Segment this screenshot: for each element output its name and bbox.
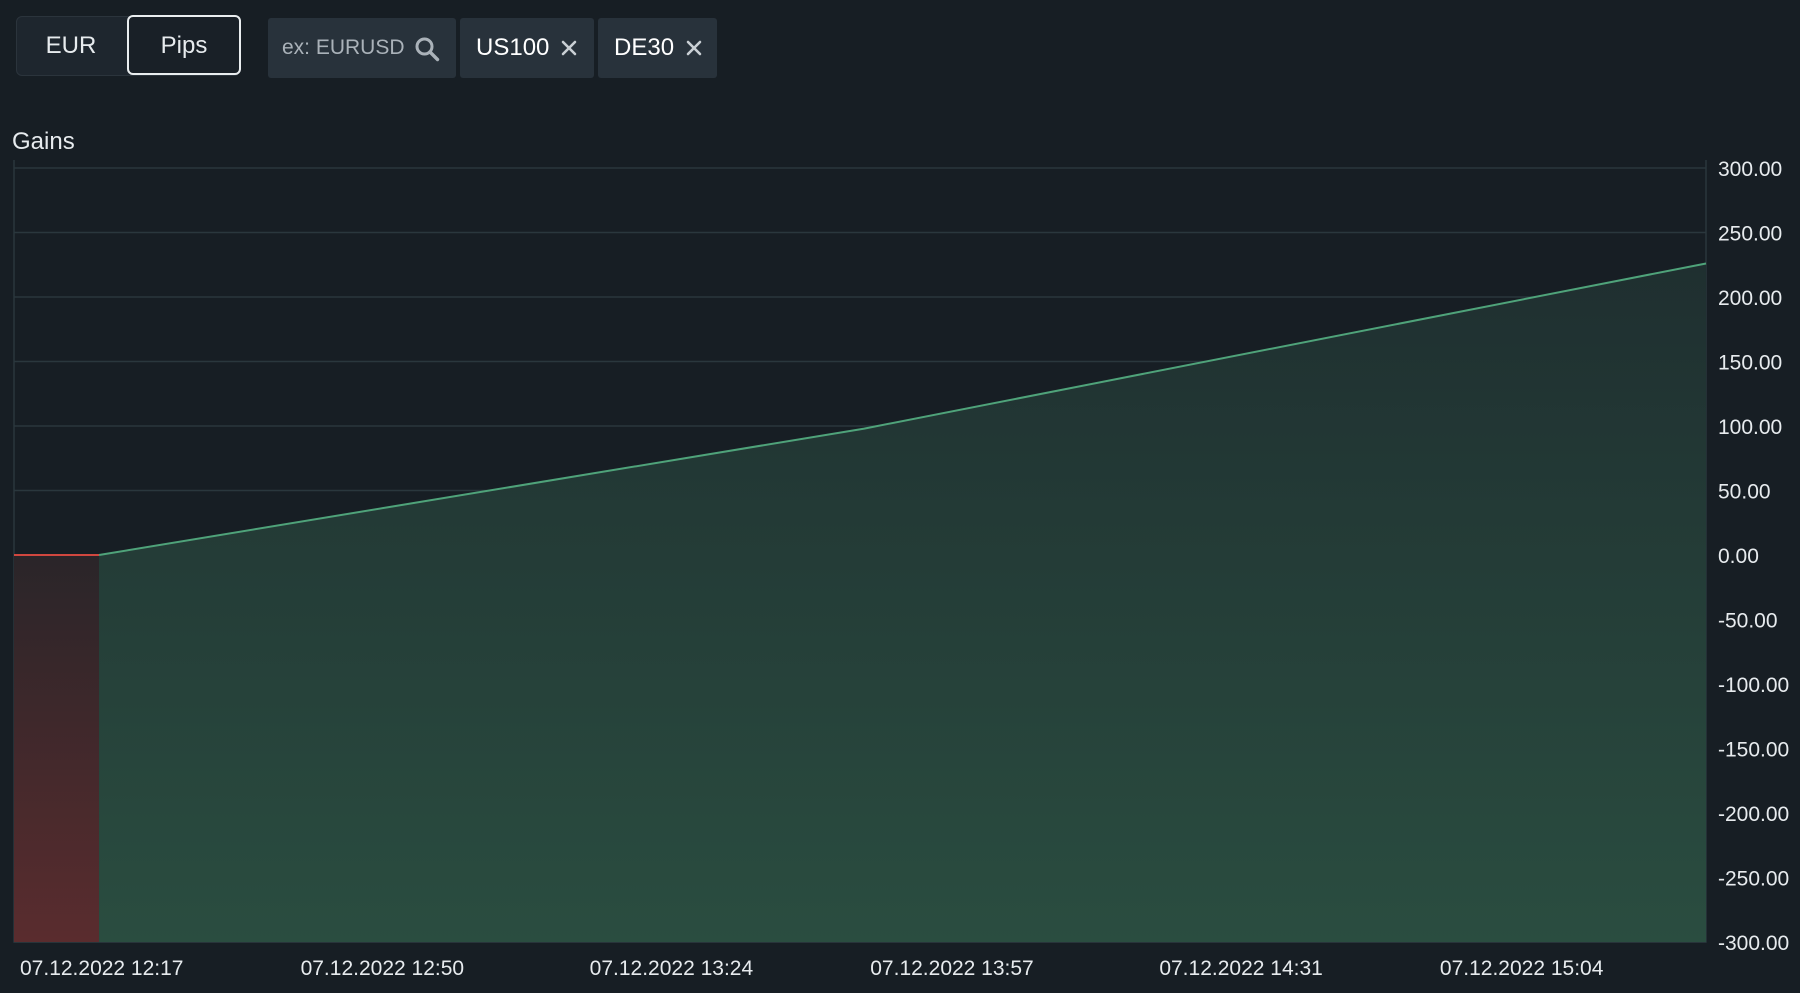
- y-tick-label: -100.00: [1718, 674, 1789, 697]
- y-tick-label: 0.00: [1718, 545, 1759, 568]
- y-tick-label: 150.00: [1718, 352, 1782, 375]
- x-tick-label: 07.12.2022 15:04: [1440, 957, 1604, 980]
- y-tick-label: 100.00: [1718, 416, 1782, 439]
- x-tick-label: 07.12.2022 12:50: [301, 957, 465, 980]
- gains-chart-svg: 300.00 250.00 200.00 150.00 100.00 50.00 0.00 -…: [0, 160, 1800, 988]
- positive-area: [99, 263, 1706, 942]
- pips-toggle-button[interactable]: Pips: [127, 15, 241, 75]
- y-tick-label: -150.00: [1718, 739, 1789, 762]
- filter-chip-label: DE30: [614, 18, 674, 78]
- search-icon[interactable]: [414, 36, 440, 62]
- y-tick-label: -200.00: [1718, 803, 1789, 826]
- filter-chip-label: US100: [476, 18, 549, 78]
- y-tick-label: 200.00: [1718, 287, 1782, 310]
- negative-area: [14, 555, 99, 942]
- y-tick-label: -300.00: [1718, 932, 1789, 955]
- close-icon[interactable]: [560, 39, 578, 57]
- x-tick-label: 07.12.2022 12:17: [20, 957, 184, 980]
- filter-chip-de30[interactable]: DE30: [598, 18, 717, 78]
- gains-chart: 300.00 250.00 200.00 150.00 100.00 50.00 0.00 -…: [0, 160, 1800, 988]
- close-icon[interactable]: [685, 39, 703, 57]
- y-tick-label: 50.00: [1718, 481, 1771, 504]
- x-tick-label: 07.12.2022 13:57: [870, 957, 1033, 980]
- x-tick-label: 07.12.2022 14:31: [1159, 957, 1323, 980]
- y-tick-label: 250.00: [1718, 223, 1782, 246]
- filter-chip-us100[interactable]: US100: [460, 18, 594, 78]
- x-tick-label: 07.12.2022 13:24: [590, 957, 754, 980]
- y-tick-label: 300.00: [1718, 160, 1782, 181]
- toolbar: EUR Pips US100 DE30: [0, 0, 1800, 100]
- y-tick-label: -50.00: [1718, 610, 1778, 633]
- chart-title: Gains: [12, 128, 75, 156]
- unit-toggle-group: EUR Pips: [16, 16, 240, 76]
- symbol-search-input[interactable]: [282, 18, 410, 78]
- eur-toggle-button[interactable]: EUR: [17, 17, 125, 75]
- symbol-search[interactable]: [268, 18, 456, 78]
- y-tick-label: -250.00: [1718, 868, 1789, 891]
